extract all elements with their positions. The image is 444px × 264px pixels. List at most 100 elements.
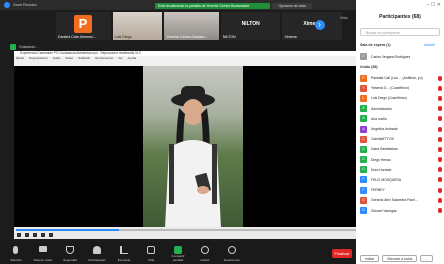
reactions-button[interactable]: Reacciones	[221, 244, 243, 262]
muted-mic-icon[interactable]	[438, 75, 442, 81]
chat-icon	[147, 246, 155, 254]
participants-icon	[93, 246, 101, 254]
avatar: G	[360, 196, 367, 204]
muted-mic-icon[interactable]	[438, 208, 442, 214]
participant-row[interactable]: Y Yesenia G... (Coanfitrión)	[360, 83, 442, 93]
muted-mic-icon[interactable]	[438, 157, 442, 163]
more-button[interactable]: ...	[420, 254, 434, 262]
invite-button[interactable]: Invitar	[360, 254, 380, 262]
tile-name: Daniela Cala Jimenez...	[58, 35, 96, 39]
toolbar-label: Compartir pantalla	[171, 254, 185, 262]
muted-mic-icon[interactable]	[438, 106, 442, 112]
muted-mic-icon[interactable]	[438, 85, 442, 91]
participant-name: Daira Santisteban	[371, 147, 398, 152]
participant-name: FÉLIX MOSQUERA	[371, 177, 402, 182]
chat-button[interactable]: Chat	[140, 244, 162, 262]
shared-screen: Experiencia Caminante PG Ciudadanía Ambi…	[14, 51, 361, 239]
admit-all-button[interactable]: Admitir	[424, 43, 435, 47]
muted-mic-icon[interactable]	[438, 167, 442, 173]
participant-row[interactable]: G Gerardo Alex Saavedra Pach...	[360, 195, 442, 205]
participant-strip: P Daniela Cala Jimenez... Luis Diego Yes…	[56, 12, 343, 40]
stop-icon[interactable]	[33, 233, 37, 237]
player-controls	[14, 227, 361, 239]
participant-row[interactable]: D Dora Hurtado	[360, 165, 442, 175]
record-icon	[201, 246, 209, 254]
tile-big-name: NILTON	[241, 21, 260, 27]
next-page-icon[interactable]	[315, 19, 325, 30]
menu-item[interactable]: Medio	[16, 56, 24, 60]
menu-item[interactable]: Audio	[53, 56, 61, 60]
menu-item[interactable]: Vídeo	[65, 56, 73, 60]
muted-mic-icon[interactable]	[438, 146, 442, 152]
tile-name: Luis Diego	[114, 35, 132, 39]
muted-mic-icon[interactable]	[438, 177, 442, 183]
toolbar-label: Reacciones	[224, 258, 240, 262]
mute-all-button[interactable]: Silenciar a todos	[382, 254, 418, 262]
toolbar-label: Silenciar	[10, 258, 22, 262]
participant-row[interactable]: C CamilaMTTVIII	[360, 134, 442, 144]
window-title: Zoom Reunión	[13, 3, 37, 7]
panel-footer: Invitar Silenciar a todos ...	[356, 252, 444, 264]
stop-video-button[interactable]: Detener video	[32, 244, 54, 262]
video-tile[interactable]: P Daniela Cala Jimenez...	[56, 12, 111, 40]
end-meeting-button[interactable]: Finalizar	[332, 249, 352, 258]
participant-row[interactable]: A Angélica Andrade	[360, 124, 442, 134]
muted-mic-icon[interactable]	[438, 95, 442, 101]
video-area[interactable]	[14, 66, 361, 227]
sharing-banner: Está visualizando la pantalla de Yesenia…	[155, 3, 270, 9]
seek-bar[interactable]	[16, 229, 359, 231]
participant-row[interactable]: A Ana coello	[360, 114, 442, 124]
window-controls[interactable]: – ☐ ✕	[427, 2, 441, 8]
previous-icon[interactable]	[25, 233, 29, 237]
pause-icon[interactable]	[17, 233, 21, 237]
menu-item[interactable]: Reproducción	[29, 56, 48, 60]
participant-row[interactable]: F FERNEY	[360, 185, 442, 195]
muted-mic-icon[interactable]	[438, 136, 442, 142]
video-icon	[39, 246, 47, 252]
participant-row[interactable]: F FÉLIX MOSQUERA	[360, 175, 442, 185]
video-frame	[143, 66, 243, 227]
participant-name: Pantalla Cali (Lau ... (Anfitrión, yo)	[371, 76, 423, 81]
video-tile[interactable]: NILTON NILTON	[220, 12, 281, 40]
mute-button[interactable]: Silenciar	[5, 244, 27, 262]
participant-search-input[interactable]: Buscar un participante	[360, 28, 440, 36]
zoom-logo-icon	[4, 2, 10, 8]
share-screen-button[interactable]: Compartir pantalla	[167, 244, 189, 262]
participant-row[interactable]: A Administrador	[360, 104, 442, 114]
participants-panel: – ☐ ✕ Participantes (68) Buscar un parti…	[356, 0, 444, 264]
waiting-room-header: Sala de espera (1)	[360, 43, 391, 47]
reactions-icon	[228, 246, 236, 254]
next-icon[interactable]	[41, 233, 45, 237]
fullscreen-icon[interactable]	[49, 233, 53, 237]
muted-mic-icon[interactable]	[438, 126, 442, 132]
menu-item[interactable]: Herramientas	[95, 56, 113, 60]
security-button[interactable]: Seguridad	[59, 244, 81, 262]
waiting-participant[interactable]: C Carlos Vergara Rodríguez	[360, 53, 429, 60]
participant-row[interactable]: D Daira Santisteban	[360, 144, 442, 154]
menu-item[interactable]: Subtítulo	[78, 56, 90, 60]
participant-name: Yesenia G... (Coanfitrión)	[371, 86, 409, 91]
video-tile[interactable]: Luis Diego	[112, 12, 163, 40]
avatar: F	[360, 186, 367, 194]
participants-button[interactable]: Participantes	[86, 244, 108, 262]
muted-mic-icon[interactable]	[438, 197, 442, 203]
panel-title: Participantes (68)	[379, 14, 421, 20]
view-options-button[interactable]: Opciones de vista	[272, 3, 312, 9]
menu-item[interactable]: Ver	[118, 56, 123, 60]
video-tile[interactable]: Ximena Ximena	[282, 12, 343, 40]
menu-item[interactable]: Ayuda	[128, 56, 136, 60]
participant-row[interactable]: P Pantalla Cali (Lau ... (Anfitrión, yo)	[360, 73, 442, 83]
record-button[interactable]: Grabar	[194, 244, 216, 262]
participant-row[interactable]: G Giovani Vanegas	[360, 205, 442, 215]
video-tile[interactable]: Yesenia Gómez Bustam...	[164, 12, 219, 40]
muted-mic-icon[interactable]	[438, 116, 442, 122]
speaker-figure	[165, 86, 221, 227]
muted-mic-icon[interactable]	[438, 187, 442, 193]
poll-icon	[120, 246, 128, 254]
participant-row[interactable]: D Diego Henao	[360, 155, 442, 165]
toolbar-label: Seguridad	[63, 258, 77, 262]
participant-row[interactable]: L Luis Diego (Coanfitrión)	[360, 93, 442, 103]
view-label[interactable]: Vista	[340, 16, 347, 20]
in-meeting-header: Unido (58)	[360, 65, 378, 69]
poll-button[interactable]: Encuesta	[113, 244, 135, 262]
